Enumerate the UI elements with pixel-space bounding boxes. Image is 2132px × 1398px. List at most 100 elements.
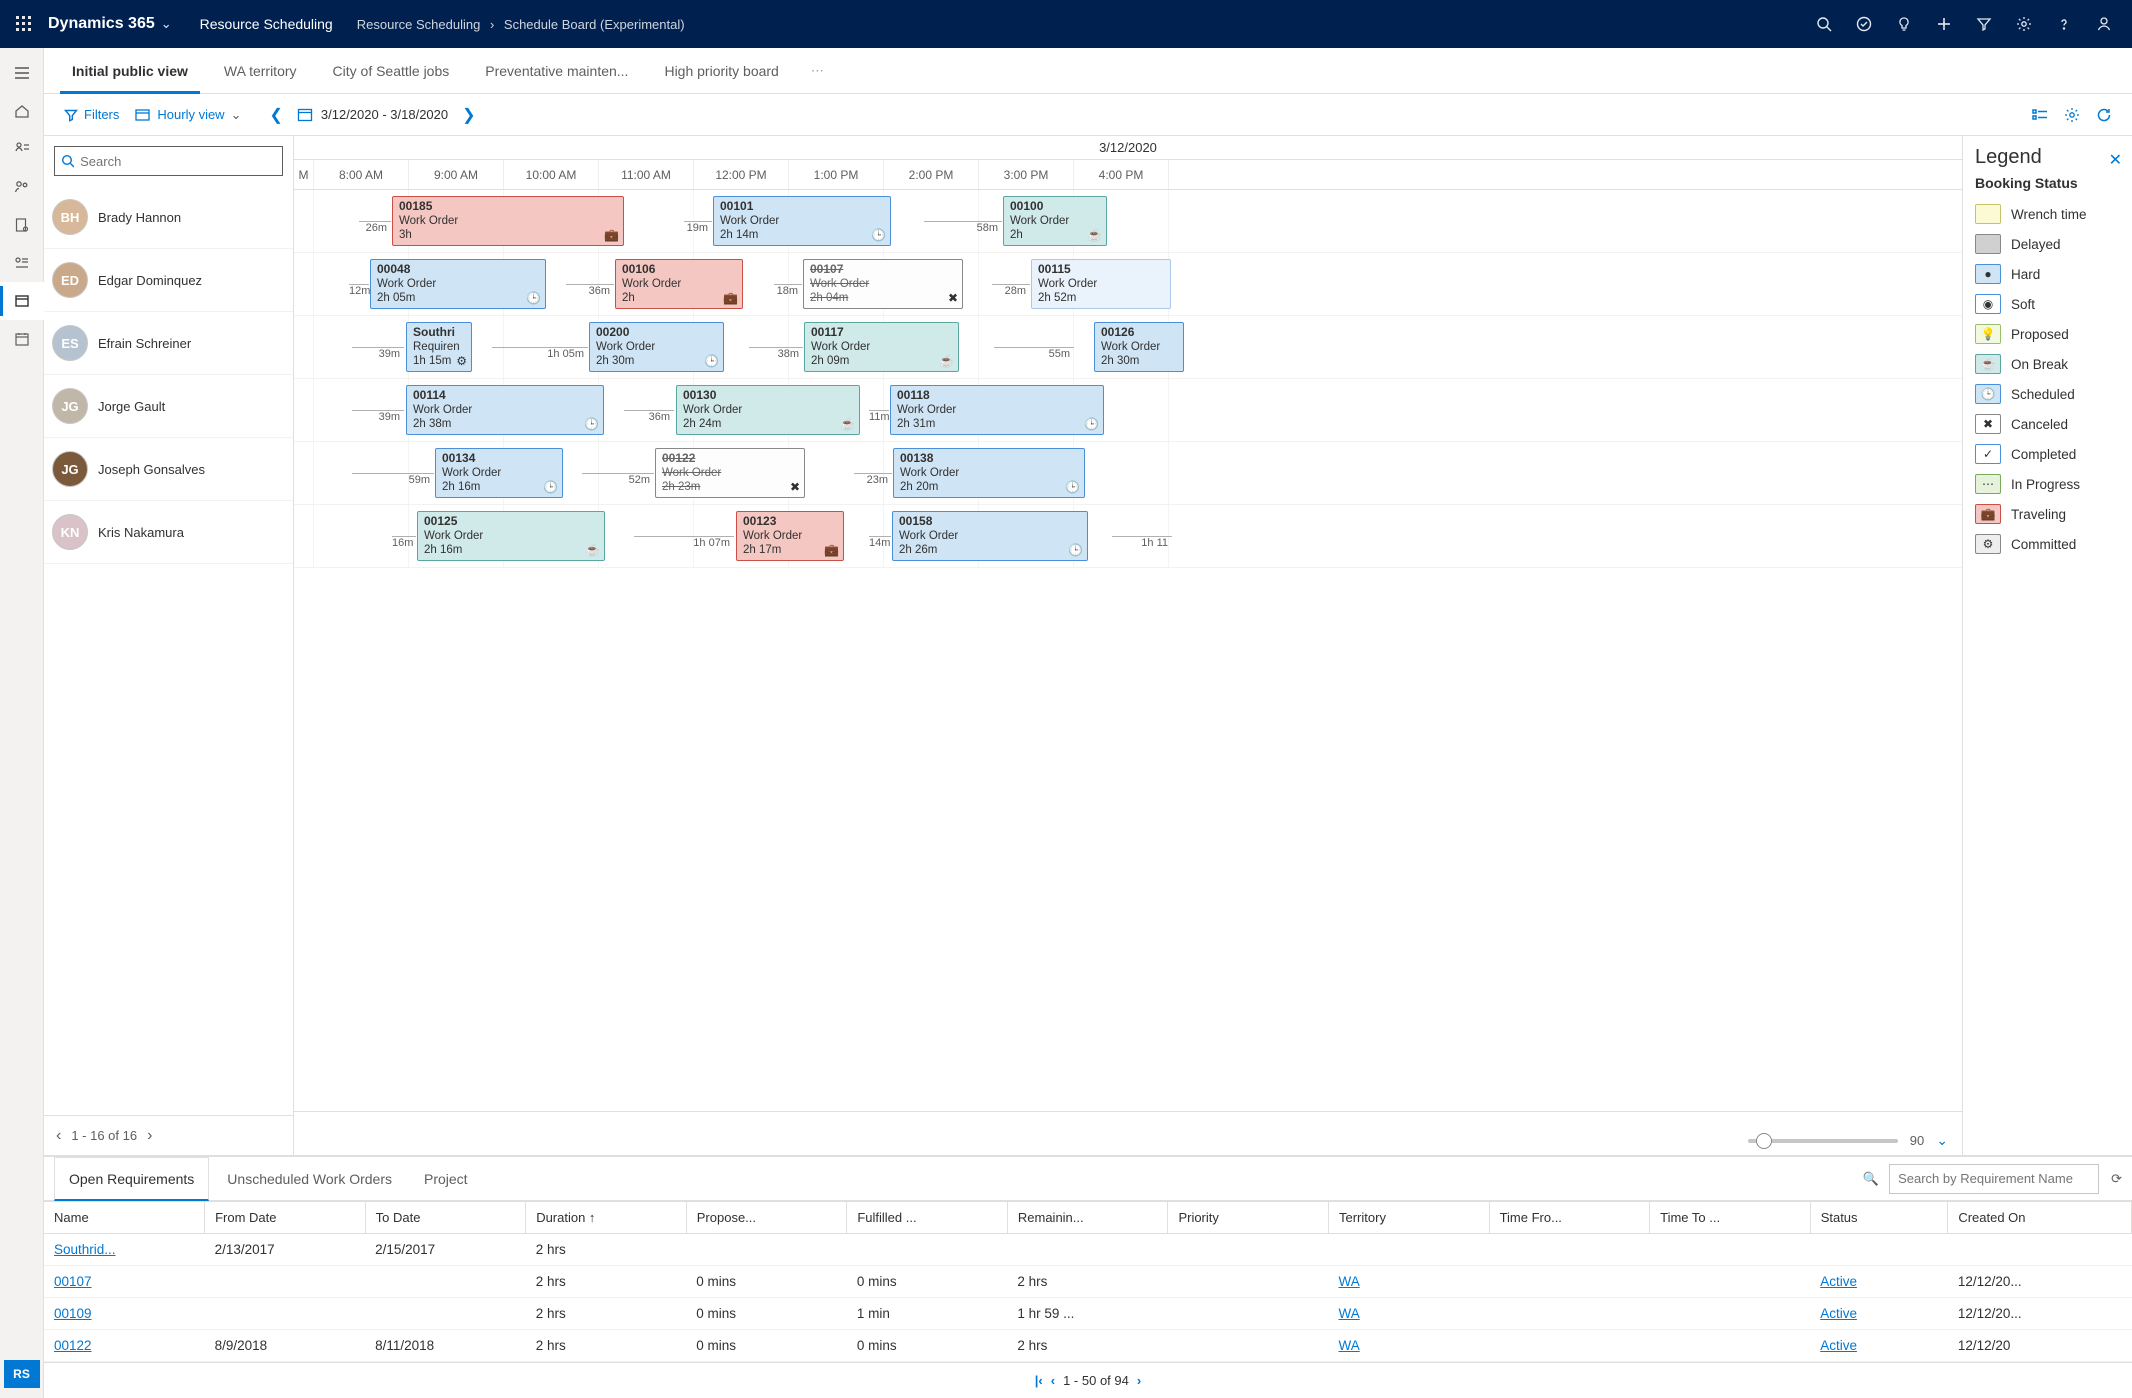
requirement-search-input[interactable] bbox=[1889, 1164, 2099, 1194]
plus-icon[interactable] bbox=[1924, 0, 1964, 48]
timeline-row[interactable]: 12m00048Work Order2h 05m🕒36m00106Work Or… bbox=[294, 253, 1962, 316]
column-header[interactable]: Name bbox=[44, 1202, 205, 1234]
resource-row[interactable]: ESEfrain Schreiner bbox=[44, 312, 293, 375]
resource-row[interactable]: JGJoseph Gonsalves bbox=[44, 438, 293, 501]
timeline-row[interactable]: 39m00114Work Order2h 38m🕒36m00130Work Or… bbox=[294, 379, 1962, 442]
column-header[interactable]: Propose... bbox=[686, 1202, 847, 1234]
tab-overflow-icon[interactable]: ⋯ bbox=[797, 63, 838, 79]
date-range-picker[interactable]: 3/12/2020 - 3/18/2020 bbox=[297, 107, 448, 122]
tab-project[interactable]: Project bbox=[410, 1157, 482, 1201]
tab-initial-public-view[interactable]: Initial public view bbox=[54, 48, 206, 94]
area-switcher-badge[interactable]: RS bbox=[4, 1360, 40, 1388]
next-date-button[interactable]: ❯ bbox=[458, 105, 479, 125]
people-list-icon[interactable] bbox=[0, 130, 44, 168]
table-row[interactable]: 001228/9/20188/11/20182 hrs0 mins0 mins2… bbox=[44, 1330, 2132, 1362]
booking[interactable]: 00106Work Order2h💼 bbox=[615, 259, 743, 309]
booking[interactable]: 00158Work Order2h 26m🕒 bbox=[892, 511, 1088, 561]
column-header[interactable]: Time Fro... bbox=[1489, 1202, 1650, 1234]
search-input[interactable] bbox=[74, 154, 276, 169]
zoom-slider[interactable] bbox=[1748, 1139, 1898, 1143]
booking[interactable]: 00122Work Order2h 23m✖ bbox=[655, 448, 805, 498]
gear-icon[interactable] bbox=[2004, 0, 2044, 48]
booking[interactable]: SouthriRequiren1h 15m⚙ bbox=[406, 322, 472, 372]
booking[interactable]: 00126Work Order2h 30m bbox=[1094, 322, 1184, 372]
booking[interactable]: 00200Work Order2h 30m🕒 bbox=[589, 322, 724, 372]
resource-search[interactable] bbox=[54, 146, 283, 176]
board-settings-icon[interactable] bbox=[2056, 99, 2088, 131]
timeline-row[interactable]: 26m00185Work Order3h💼19m00101Work Order2… bbox=[294, 190, 1962, 253]
link[interactable]: 00109 bbox=[54, 1306, 92, 1321]
link[interactable]: 00107 bbox=[54, 1274, 92, 1289]
resource-row[interactable]: BHBrady Hannon bbox=[44, 186, 293, 249]
chevron-down-icon[interactable]: ⌄ bbox=[161, 16, 172, 32]
column-header[interactable]: Duration ↑ bbox=[526, 1202, 687, 1234]
column-header[interactable]: Priority bbox=[1168, 1202, 1329, 1234]
booking[interactable]: 00118Work Order2h 31m🕒 bbox=[890, 385, 1104, 435]
calendar-icon[interactable] bbox=[0, 320, 44, 358]
column-header[interactable]: Created On bbox=[1948, 1202, 2132, 1234]
tab-open-requirements[interactable]: Open Requirements bbox=[54, 1157, 209, 1201]
filters-button[interactable]: Filters bbox=[56, 94, 127, 136]
pager-prev-icon[interactable]: ‹ bbox=[56, 1127, 61, 1145]
funnel-icon[interactable] bbox=[1964, 0, 2004, 48]
column-header[interactable]: Remainin... bbox=[1007, 1202, 1168, 1234]
resource-row[interactable]: JGJorge Gault bbox=[44, 375, 293, 438]
booking[interactable]: 00115Work Order2h 52m bbox=[1031, 259, 1171, 309]
waffle-icon[interactable] bbox=[8, 8, 40, 40]
timeline-row[interactable]: 59m00134Work Order2h 16m🕒52m00122Work Or… bbox=[294, 442, 1962, 505]
timeline-row[interactable]: 16m00125Work Order2h 16m☕1h 07m00123Work… bbox=[294, 505, 1962, 568]
booking[interactable]: 00101Work Order2h 14m🕒 bbox=[713, 196, 891, 246]
link[interactable]: Active bbox=[1820, 1338, 1857, 1353]
booking[interactable]: 00100Work Order2h☕ bbox=[1003, 196, 1107, 246]
tab-wa-territory[interactable]: WA territory bbox=[206, 48, 315, 94]
column-header[interactable]: Territory bbox=[1329, 1202, 1490, 1234]
booking[interactable]: 00138Work Order2h 20m🕒 bbox=[893, 448, 1085, 498]
link[interactable]: 00122 bbox=[54, 1338, 92, 1353]
link[interactable]: WA bbox=[1339, 1306, 1360, 1321]
booking[interactable]: 00048Work Order2h 05m🕒 bbox=[370, 259, 546, 309]
breadcrumb-2[interactable]: Schedule Board (Experimental) bbox=[504, 17, 685, 32]
legend-toggle-icon[interactable] bbox=[2024, 99, 2056, 131]
resource-row[interactable]: EDEdgar Dominquez bbox=[44, 249, 293, 312]
pager-first-icon[interactable]: |‹ bbox=[1035, 1373, 1043, 1388]
timeline-row[interactable]: 39mSouthriRequiren1h 15m⚙1h 05m00200Work… bbox=[294, 316, 1962, 379]
chevron-down-icon[interactable]: ⌄ bbox=[1936, 1132, 1948, 1149]
booking[interactable]: 00134Work Order2h 16m🕒 bbox=[435, 448, 563, 498]
table-row[interactable]: 001072 hrs0 mins0 mins2 hrsWAActive12/12… bbox=[44, 1266, 2132, 1298]
booking[interactable]: 00123Work Order2h 17m💼 bbox=[736, 511, 844, 561]
link[interactable]: WA bbox=[1339, 1338, 1360, 1353]
table-row[interactable]: 001092 hrs0 mins1 min1 hr 59 ...WAActive… bbox=[44, 1298, 2132, 1330]
resource-list-icon[interactable] bbox=[0, 244, 44, 282]
booking[interactable]: 00130Work Order2h 24m☕ bbox=[676, 385, 860, 435]
document-people-icon[interactable] bbox=[0, 206, 44, 244]
booking[interactable]: 00185Work Order3h💼 bbox=[392, 196, 624, 246]
pager-next-icon[interactable]: › bbox=[1137, 1373, 1141, 1388]
tab-high-priority-board[interactable]: High priority board bbox=[646, 48, 796, 94]
tab-unscheduled-work-orders[interactable]: Unscheduled Work Orders bbox=[213, 1157, 406, 1201]
booking[interactable]: 00117Work Order2h 09m☕ bbox=[804, 322, 959, 372]
booking[interactable]: 00107Work Order2h 04m✖ bbox=[803, 259, 963, 309]
table-row[interactable]: Southrid...2/13/20172/15/20172 hrs bbox=[44, 1234, 2132, 1266]
hamburger-icon[interactable] bbox=[0, 54, 44, 92]
pager-next-icon[interactable]: › bbox=[147, 1127, 152, 1145]
column-header[interactable]: To Date bbox=[365, 1202, 526, 1234]
link[interactable]: Active bbox=[1820, 1306, 1857, 1321]
search-icon[interactable] bbox=[1804, 0, 1844, 48]
brand-name[interactable]: Dynamics 365 bbox=[48, 15, 155, 33]
people-icon[interactable] bbox=[0, 168, 44, 206]
task-icon[interactable] bbox=[1844, 0, 1884, 48]
search-icon[interactable]: 🔍 bbox=[1863, 1171, 1879, 1187]
view-switcher[interactable]: Hourly view ⌄ bbox=[127, 94, 249, 136]
home-icon[interactable] bbox=[0, 92, 44, 130]
resource-row[interactable]: KNKris Nakamura bbox=[44, 501, 293, 564]
booking[interactable]: 00125Work Order2h 16m☕ bbox=[417, 511, 605, 561]
close-icon[interactable]: ✕ bbox=[2109, 150, 2122, 170]
refresh-icon[interactable] bbox=[2088, 99, 2120, 131]
refresh-icon[interactable]: ⟳ bbox=[2111, 1171, 2122, 1187]
column-header[interactable]: Time To ... bbox=[1650, 1202, 1811, 1234]
column-header[interactable]: Fulfilled ... bbox=[847, 1202, 1008, 1234]
column-header[interactable]: Status bbox=[1810, 1202, 1948, 1234]
breadcrumb-1[interactable]: Resource Scheduling bbox=[357, 17, 481, 32]
help-icon[interactable] bbox=[2044, 0, 2084, 48]
person-icon[interactable] bbox=[2084, 0, 2124, 48]
